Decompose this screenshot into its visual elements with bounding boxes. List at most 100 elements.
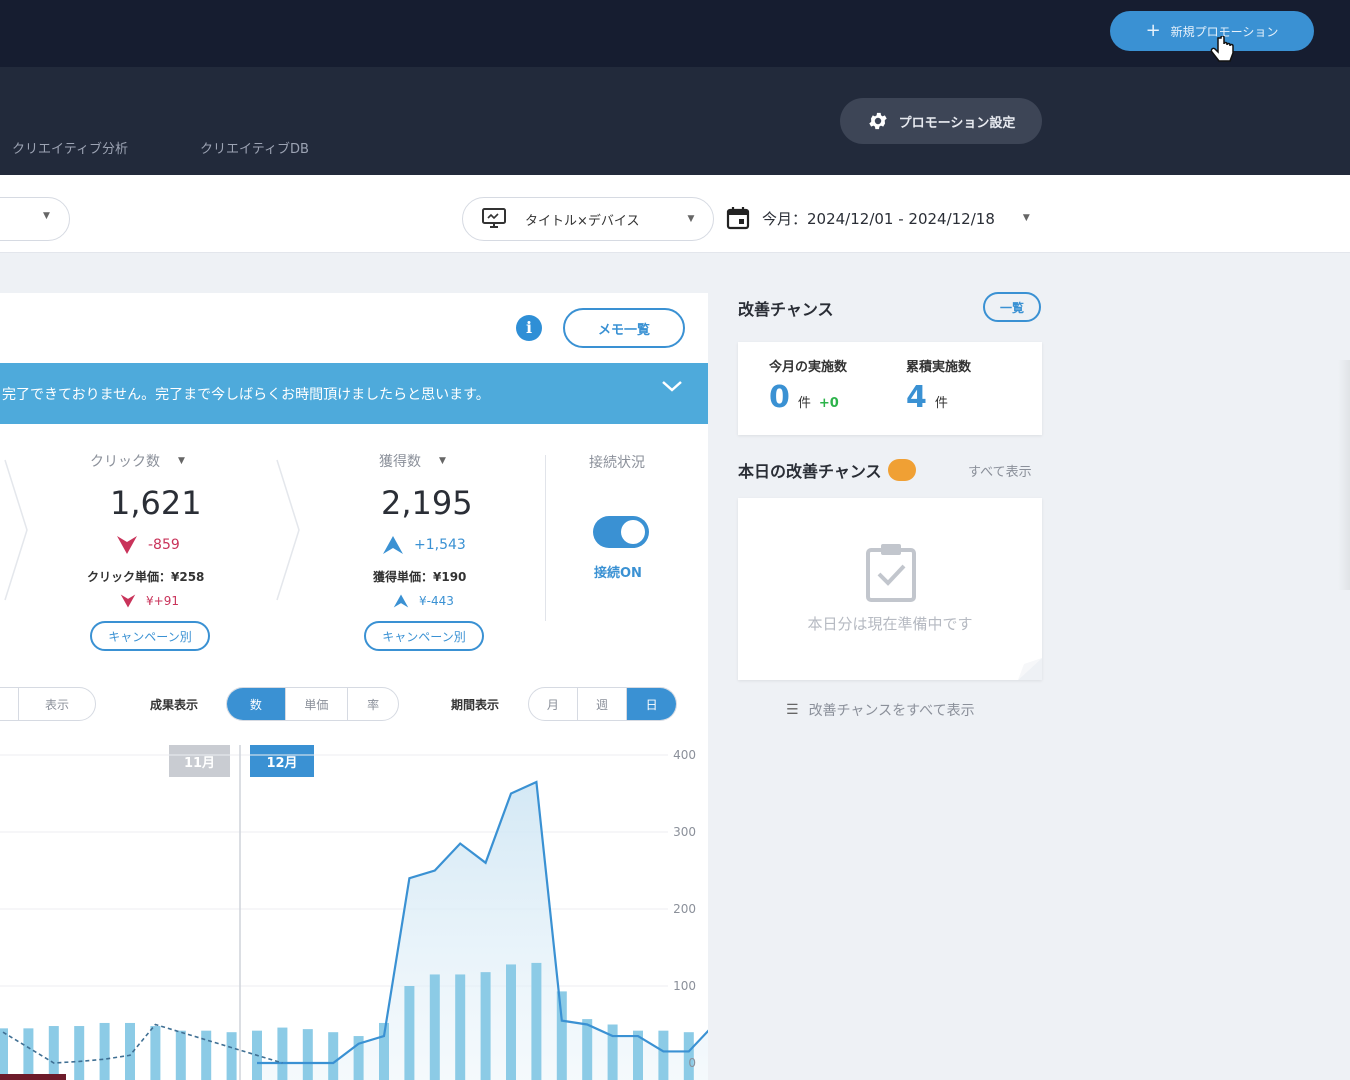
bar [0, 1028, 8, 1080]
period-option-month[interactable]: 月 [529, 688, 578, 720]
bar [556, 991, 567, 1080]
edge-shadow [1338, 360, 1350, 590]
nav-bar [0, 67, 1350, 175]
display-option-hidden[interactable] [0, 688, 20, 720]
clicks-label[interactable]: クリック数 ▼ [90, 451, 185, 471]
display-toggle-group: 表示 [0, 687, 96, 721]
bar [531, 962, 542, 1080]
click-unit-delta-text: ¥+91 [146, 594, 179, 608]
bar [328, 1032, 339, 1080]
bar [607, 1024, 618, 1080]
performance-chart: 400 300 200 100 0 [0, 745, 708, 1080]
tab-creative-analysis[interactable]: クリエイティブ分析 [12, 138, 128, 157]
bar [48, 1026, 59, 1080]
improvement-chance-title: 改善チャンス [738, 300, 834, 319]
acquisition-unit-delta: ¥-443 [393, 593, 454, 609]
chevron-down-icon: ▼ [687, 214, 695, 224]
step-arrow-icon [276, 459, 300, 601]
divider [545, 455, 546, 621]
display-option[interactable]: 表示 [19, 688, 95, 720]
period-display-group: 月 週 日 [528, 687, 677, 721]
today-chance-title: 本日の改善チャンス [738, 458, 916, 482]
date-range-label: 今月：2024/12/01 - 2024/12/18 [762, 209, 995, 228]
click-unit-price: クリック単価：¥258 [87, 570, 205, 584]
calendar-icon [726, 207, 750, 230]
connection-status: 接続ON [594, 566, 642, 581]
total-unit: 件 [934, 396, 948, 411]
total-label: 累積実施数 [906, 360, 972, 375]
bar [506, 964, 516, 1080]
y-tick-label: 100 [673, 979, 696, 993]
device-select-value: タイトル×デバイス [525, 213, 640, 229]
step-arrow-icon [4, 459, 28, 601]
bar [404, 986, 415, 1080]
chevron-down-icon: ▼ [439, 456, 446, 466]
y-tick-label: 300 [673, 825, 696, 839]
result-option-unit-price[interactable]: 単価 [286, 688, 349, 720]
bar [23, 1028, 34, 1080]
hand-cursor-icon [1210, 36, 1234, 62]
clipboard-check-icon [866, 544, 916, 602]
click-unit-delta: ¥+91 [120, 593, 179, 609]
result-option-count[interactable]: 数 [227, 688, 286, 720]
info-icon[interactable]: i [516, 315, 542, 341]
up-arrow-icon [383, 536, 403, 554]
acquisition-unit-price: 獲得単価：¥190 [373, 570, 467, 584]
bar [277, 1027, 288, 1080]
chance-stats-card: 今月の実施数 0 件 +0 累積実施数 4 件 [738, 342, 1042, 435]
acquisitions-label-text: 獲得数 [379, 454, 421, 470]
result-display-group: 数 単価 率 [226, 687, 399, 721]
bar [99, 1022, 110, 1080]
notice-text: 完了できておりません。完了まで今しばらくお時間頂けましたらと思います。 [2, 386, 490, 403]
show-all-chances-link[interactable]: ☰ 改善チャンスをすべて表示 [786, 700, 975, 720]
acquisitions-value: 2,195 [381, 484, 473, 522]
today-empty-message: 本日分は現在準備中です [807, 615, 973, 633]
clicks-delta-text: -859 [148, 537, 180, 553]
acquisitions-campaign-button[interactable]: キャンペーン別 [364, 621, 484, 651]
this-month-delta: +0 [818, 396, 839, 411]
bar [175, 1030, 186, 1080]
device-select[interactable]: タイトル×デバイス ▼ [462, 197, 714, 241]
period-option-week[interactable]: 週 [578, 688, 628, 720]
period-option-day[interactable]: 日 [627, 688, 676, 720]
bar [74, 1026, 85, 1080]
show-all-chances-text: 改善チャンスをすべて表示 [808, 703, 975, 719]
memo-list-button[interactable]: メモ一覧 [563, 308, 685, 348]
chevron-down-icon: ▼ [1022, 213, 1030, 223]
connection-toggle[interactable] [593, 516, 649, 548]
y-tick-label: 200 [673, 902, 696, 916]
bar [150, 1026, 161, 1080]
acquisitions-delta: +1,543 [382, 534, 466, 556]
down-arrow-icon [120, 594, 136, 608]
this-month-count: 0 件 +0 [769, 380, 839, 415]
acquisitions-delta-text: +1,543 [414, 537, 466, 553]
connection-label: 接続状況 [589, 455, 645, 471]
chevron-down-icon: ▼ [43, 211, 50, 221]
bar [226, 1032, 237, 1080]
this-month-unit: 件 [797, 396, 811, 411]
show-all-link[interactable]: すべて表示 [968, 461, 1032, 480]
bar [302, 1029, 313, 1080]
total-value: 4 [906, 380, 927, 415]
result-option-rate[interactable]: 率 [348, 688, 398, 720]
acquisitions-label[interactable]: 獲得数 ▼ [379, 451, 446, 471]
page-curl-icon [1018, 658, 1042, 680]
clicks-value: 1,621 [110, 484, 202, 522]
today-chance-title-text: 本日の改善チャンス [738, 462, 882, 481]
y-tick-label: 0 [688, 1056, 696, 1070]
gear-icon [868, 112, 887, 130]
promotion-settings-button[interactable]: プロモーション設定 [840, 98, 1042, 144]
tab-creative-db[interactable]: クリエイティブDB [200, 138, 309, 157]
bar [429, 974, 440, 1080]
chevron-down-icon[interactable] [660, 378, 684, 399]
notice-banner: 完了できておりません。完了まで今しばらくお時間頂けましたらと思います。 [0, 363, 708, 424]
clicks-campaign-button[interactable]: キャンペーン別 [90, 621, 210, 651]
result-display-label: 成果表示 [150, 698, 199, 712]
promotion-settings-label: プロモーション設定 [898, 115, 1016, 131]
bottom-tab-indicator [0, 1074, 66, 1080]
date-range-picker[interactable]: 今月：2024/12/01 - 2024/12/18 ▼ [726, 200, 1030, 236]
chance-list-button[interactable]: 一覧 [983, 292, 1041, 322]
today-chance-card [738, 498, 1042, 680]
bar [480, 972, 491, 1080]
filter-select[interactable]: ▼ [0, 197, 70, 241]
